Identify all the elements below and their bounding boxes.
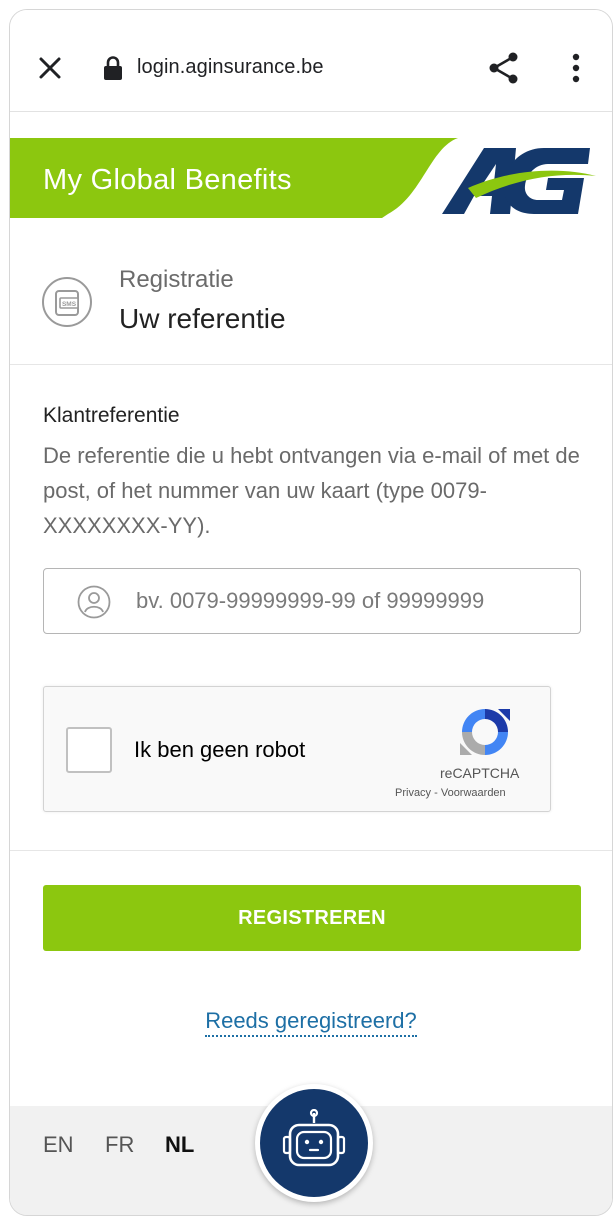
chatbot-badge: [260, 1089, 368, 1197]
recaptcha-terms-link[interactable]: Voorwaarden: [441, 787, 506, 799]
already-registered-container: Reeds geregistreerd?: [10, 1008, 612, 1037]
close-icon[interactable]: [36, 54, 64, 82]
app-frame: login.aginsurance.be My Global Benefits: [9, 9, 613, 1216]
brand-header: My Global Benefits: [10, 138, 612, 218]
recaptcha-icon: [460, 709, 510, 755]
browser-toolbar: login.aginsurance.be: [10, 10, 612, 112]
recaptcha-widget: Ik ben geen robot reCAPTCHA Privacy - Vo…: [43, 686, 551, 812]
step-title: Uw referentie: [119, 303, 286, 334]
already-registered-link[interactable]: Reeds geregistreerd?: [205, 1008, 417, 1037]
reference-field-label: Klantreferentie: [43, 404, 180, 427]
reference-input[interactable]: [136, 581, 566, 621]
user-icon: [77, 585, 111, 619]
recaptcha-brand: reCAPTCHA: [440, 765, 520, 781]
language-fr[interactable]: FR: [105, 1132, 134, 1158]
language-en[interactable]: EN: [43, 1132, 74, 1158]
sms-icon-text: SMS: [62, 301, 77, 308]
ag-logo: [442, 148, 596, 214]
address-bar-url[interactable]: login.aginsurance.be: [137, 56, 324, 79]
recaptcha-link-separator: -: [431, 787, 441, 799]
recaptcha-label: Ik ben geen robot: [134, 737, 306, 762]
recaptcha-links: Privacy - Voorwaarden: [395, 787, 506, 799]
more-vert-icon[interactable]: [564, 50, 588, 86]
robot-icon: [282, 1109, 346, 1167]
registration-step: SMS Registratie Uw referentie: [10, 220, 612, 365]
recaptcha-checkbox[interactable]: [66, 727, 112, 773]
share-icon[interactable]: [486, 50, 522, 86]
app-title: My Global Benefits: [43, 164, 292, 196]
chatbot-button[interactable]: [255, 1084, 373, 1202]
register-button[interactable]: REGISTREREN: [43, 885, 581, 951]
language-nl[interactable]: NL: [165, 1132, 194, 1158]
reference-input-wrapper[interactable]: [43, 568, 581, 634]
step-label: Registratie: [119, 266, 234, 293]
section-divider: [10, 850, 612, 851]
lock-icon: [104, 56, 122, 80]
sms-icon: SMS: [42, 277, 92, 327]
reference-field-help: De referentie die u hebt ontvangen via e…: [43, 443, 580, 538]
recaptcha-privacy-link[interactable]: Privacy: [395, 787, 431, 799]
